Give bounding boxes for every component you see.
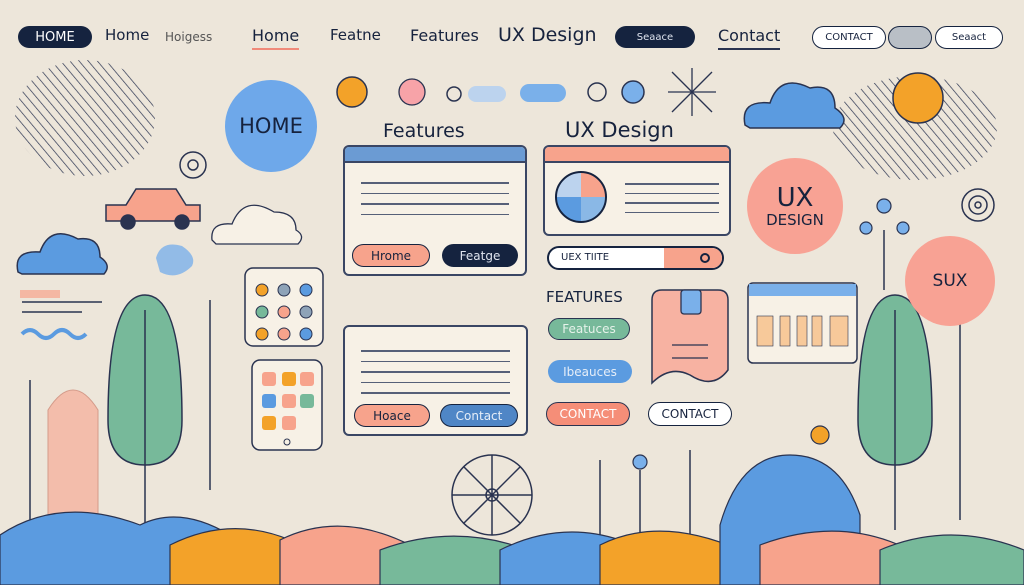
sun-icon <box>892 72 944 124</box>
pink-dot-icon <box>398 78 426 106</box>
text-line <box>361 360 510 362</box>
features-title: Features <box>383 120 465 142</box>
target-icon <box>179 151 207 179</box>
text-line <box>361 392 510 394</box>
text-line <box>625 192 719 194</box>
blue-bar <box>520 84 566 102</box>
ux-search-value: UEX TIITE <box>561 252 610 263</box>
featuces-pill[interactable]: Featuces <box>548 318 630 340</box>
contact-button[interactable]: Contact <box>440 404 518 427</box>
hatched-blob-left <box>15 60 155 176</box>
ferris-wheel-icon <box>451 454 533 536</box>
text-line <box>361 192 509 194</box>
contact-salmon-pill[interactable]: CONTACT <box>546 402 630 426</box>
blue-splash <box>156 244 194 276</box>
text-line <box>361 381 510 383</box>
nav-home-pill[interactable]: HOME <box>18 26 92 48</box>
cloud-icon <box>211 204 303 245</box>
nav-menu-pill[interactable] <box>888 26 932 49</box>
ux-design-title: UX Design <box>565 118 674 142</box>
ibeauces-pill[interactable]: Ibeauces <box>548 360 632 383</box>
text-line <box>361 182 509 184</box>
window-title-bar <box>345 147 525 163</box>
ux-search-bar[interactable]: UEX TIITE <box>547 246 724 270</box>
cloud-icon <box>743 82 845 129</box>
sux-bubble: SUX <box>905 236 995 326</box>
search-icon[interactable] <box>664 248 722 268</box>
blue-dot-icon <box>621 80 645 104</box>
background-illustration <box>0 60 1024 585</box>
nav-dark-pill[interactable]: Seaace <box>615 26 695 48</box>
ring-icon <box>587 82 607 102</box>
cloud-icon <box>16 233 108 275</box>
target-icon <box>961 188 995 222</box>
flower-icon <box>810 425 830 445</box>
ring-icon <box>446 86 462 102</box>
design-label: DESIGN <box>766 210 824 229</box>
nav-contact[interactable]: Contact <box>718 26 781 50</box>
nav-item-ux-design[interactable]: UX Design <box>498 24 597 46</box>
phone-icon <box>244 267 324 347</box>
car-icon <box>105 188 201 230</box>
sux-label: SUX <box>932 271 968 291</box>
tablet-icon <box>251 359 323 451</box>
tag-icon <box>651 289 729 385</box>
light-blue-bar <box>468 86 506 102</box>
nav-item-home-active[interactable]: Home <box>252 26 300 50</box>
window-title-bar <box>545 147 729 163</box>
text-line <box>361 203 509 205</box>
home-bubble-label: HOME <box>239 114 303 138</box>
feature-button[interactable]: Featge <box>442 244 518 267</box>
nav-item-home[interactable]: Home <box>105 26 149 44</box>
contact-outlined-pill[interactable]: CONTACT <box>648 402 732 426</box>
hoace-button[interactable]: Hoace <box>354 404 430 427</box>
nav-item-features[interactable]: Features <box>410 26 479 45</box>
nav-item-featne[interactable]: Featne <box>330 26 381 44</box>
text-line <box>625 183 719 185</box>
text-lines-doodle <box>20 290 102 340</box>
pie-wheel-icon <box>555 171 607 223</box>
cactus-icon <box>47 389 99 531</box>
features-heading: FEATURES <box>546 288 623 306</box>
tree-icon <box>857 294 933 530</box>
home-button[interactable]: Hrome <box>352 244 430 267</box>
ux-window <box>543 145 731 236</box>
tree-icon <box>107 294 183 530</box>
text-line <box>361 213 509 215</box>
ux-design-bubble: UX DESIGN <box>747 158 843 254</box>
text-line <box>625 202 719 204</box>
text-line <box>361 371 510 373</box>
sun-icon <box>336 76 368 108</box>
ux-label: UX <box>776 182 814 213</box>
calendar-icon <box>747 282 858 364</box>
starburst-icon <box>668 68 716 116</box>
nav-item-hoigess[interactable]: Hoigess <box>165 30 212 44</box>
nav-seaact-pill[interactable]: Seaact <box>935 26 1003 49</box>
text-line <box>625 211 719 213</box>
home-bubble: HOME <box>225 80 317 172</box>
text-line <box>361 350 510 352</box>
nav-contact-pill[interactable]: CONTACT <box>812 26 886 49</box>
